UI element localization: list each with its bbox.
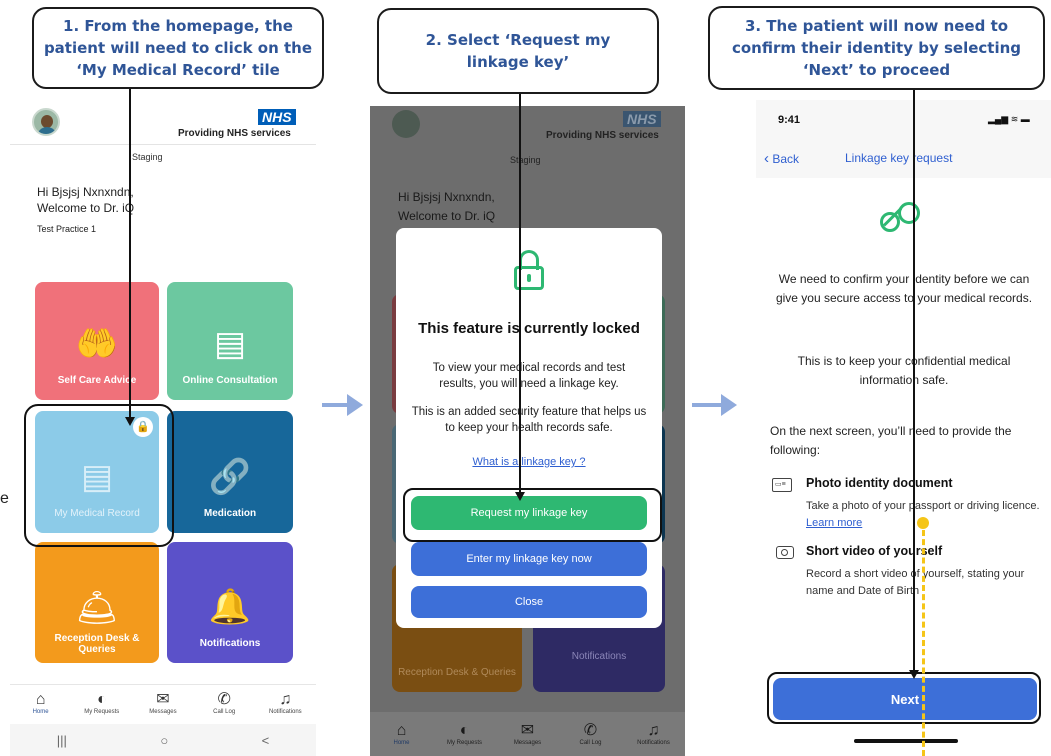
next-screen-paragraph: On the next screen, you’ll need to provi…: [770, 424, 1012, 457]
linkage-request-screen: 9:41 ▂▄▆ ≋ ▬ ‹ Back Linkage key request …: [756, 100, 1051, 756]
highlight-next-button: [767, 672, 1041, 724]
flow-arrow-2-tip: [721, 394, 737, 416]
step2-callout: 2. Select ‘Request my linkage key’: [377, 8, 659, 94]
page-title: Linkage key request: [845, 151, 953, 165]
system-nav: ||| ○ <: [10, 724, 316, 756]
recents-button[interactable]: |||: [57, 733, 67, 748]
home-icon: ⌂: [35, 690, 46, 708]
enter-linkage-key-button[interactable]: Enter my linkage key now: [411, 542, 647, 576]
home-indicator: [854, 739, 958, 743]
highlight-request-button: [403, 488, 662, 542]
link-icon: 🔗: [208, 458, 252, 496]
pointer-arrowhead-1: [125, 417, 135, 426]
pointer-line-1: [129, 89, 131, 417]
margin-text: e: [0, 490, 9, 507]
chevron-left-icon: ‹: [764, 150, 769, 167]
welcome-dimmed: Welcome to Dr. iQ: [398, 209, 496, 223]
touch-trail: [922, 530, 925, 756]
modal-body-1: To view your medical records and test re…: [432, 362, 626, 390]
nav-notifications[interactable]: ♫ Notifications: [255, 691, 315, 715]
nav-my-requests[interactable]: ◐ My Requests: [72, 691, 132, 715]
nav-messages[interactable]: ✉ Messages: [133, 691, 193, 715]
back-button[interactable]: ‹ Back: [764, 150, 799, 167]
nav-call-log[interactable]: ✆ Call Log: [194, 691, 254, 715]
tile-notifications[interactable]: 🔔 Notifications: [167, 542, 293, 663]
step1-callout: 1. From the homepage, the patient will n…: [32, 7, 324, 89]
locked-modal: This feature is currently locked To view…: [396, 228, 662, 628]
welcome-text: Welcome to Dr. iQ: [37, 201, 135, 215]
home-system-button[interactable]: ○: [160, 733, 168, 748]
tile-reception-desk[interactable]: 🛎 Reception Desk & Queries: [35, 542, 159, 663]
env-label-dimmed: Staging: [510, 155, 541, 165]
highlight-medical-record: [24, 404, 174, 547]
tile-medication[interactable]: 🔗 Medication: [167, 411, 293, 533]
padlock-icon: [512, 250, 546, 290]
hand-heart-icon: 🤲: [75, 325, 119, 363]
intro-paragraph: We need to confirm your identity before …: [775, 272, 1033, 305]
env-label: Staging: [132, 152, 163, 162]
status-time: 9:41: [778, 114, 801, 126]
id-card-icon: ▭≡: [772, 478, 792, 492]
bell-icon: 🔔: [208, 588, 252, 626]
locked-screen: NHS Providing NHS services Staging Hi Bj…: [370, 106, 685, 756]
keys-icon: [878, 200, 928, 250]
document-icon: ▤: [213, 325, 247, 363]
flow-arrow-2: [692, 403, 722, 407]
step1-text: 1. From the homepage, the patient will n…: [43, 17, 313, 79]
learn-more-link[interactable]: Learn more: [806, 517, 862, 529]
step2-text: 2. Select ‘Request my linkage key’: [425, 31, 611, 71]
modal-title: This feature is currently locked: [418, 320, 640, 337]
pointer-arrowhead-2: [515, 492, 525, 501]
nhs-tagline-dimmed: Providing NHS services: [546, 130, 659, 141]
pointer-line-3: [913, 90, 915, 670]
bottom-nav-dimmed: ⌂ Home ◐ My Requests ✉ Messages ✆ Call Log ♫…: [370, 712, 685, 756]
greeting: Hi Bjsjsj Nxnxndn,: [37, 185, 134, 199]
greeting-dimmed: Hi Bjsjsj Nxnxndn,: [398, 190, 495, 204]
tile-online-consultation[interactable]: ▤ Online Consultation: [167, 282, 293, 400]
envelope-icon: ✉: [156, 690, 170, 708]
status-icons: ▂▄▆ ≋ ▬: [988, 114, 1030, 124]
close-modal-button[interactable]: Close: [411, 586, 647, 618]
step3-callout: 3. The patient will now need to confirm …: [708, 6, 1045, 90]
safety-paragraph: This is to keep your confidential medica…: [797, 354, 1011, 387]
bell-outline-icon: ♫: [279, 690, 292, 708]
reception-bell-icon: 🛎: [75, 589, 119, 627]
back-system-button[interactable]: <: [262, 733, 270, 748]
nhs-logo: NHS: [258, 109, 296, 125]
nav-home[interactable]: ⌂ Home: [11, 691, 71, 715]
tile-self-care[interactable]: 🤲 Self Care Advice: [35, 282, 159, 400]
flow-arrow-1: [322, 403, 348, 407]
modal-body-2: This is an added security feature that h…: [411, 406, 647, 434]
bottom-nav: ⌂ Home ◐ My Requests ✉ Messages ✆ Call Log ♫…: [10, 684, 316, 720]
nhs-tagline: Providing NHS services: [178, 128, 291, 139]
requests-icon: ◐: [96, 690, 107, 708]
avatar[interactable]: [32, 108, 60, 136]
linkage-key-info-link[interactable]: What is a linkage key ?: [396, 456, 662, 468]
pointer-line-2: [519, 94, 521, 492]
camera-icon: [776, 546, 794, 559]
touch-dot: [917, 517, 929, 529]
phone-icon: ✆: [217, 690, 231, 708]
flow-arrow-1-tip: [347, 394, 363, 416]
practice-name: Test Practice 1: [37, 224, 97, 234]
pointer-arrowhead-3: [909, 670, 919, 679]
step3-text: 3. The patient will now need to confirm …: [731, 17, 1021, 79]
nhs-logo-dimmed: NHS: [623, 111, 661, 127]
photo-id-title: Photo identity document: [806, 476, 953, 490]
